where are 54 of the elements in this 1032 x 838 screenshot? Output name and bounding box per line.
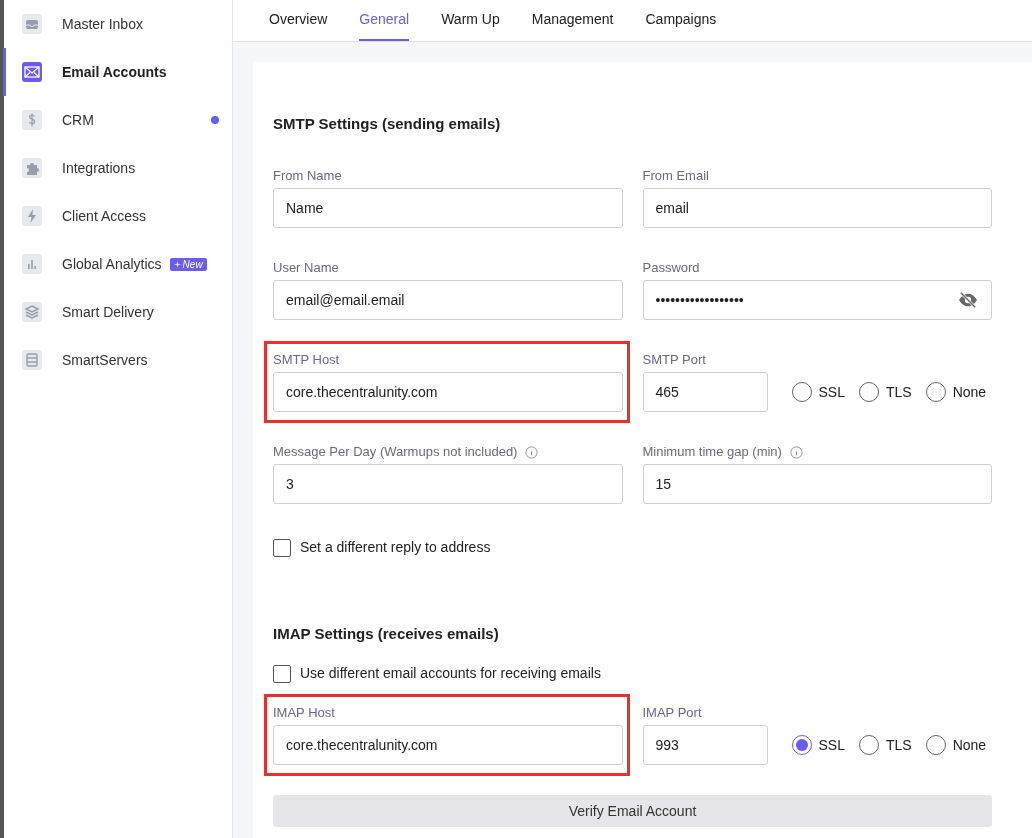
sidebar-item[interactable]: Global Analytics New <box>4 240 232 288</box>
eye-slash-icon[interactable] <box>957 291 979 309</box>
field-label: SMTP Port <box>642 351 706 370</box>
sidebar-item[interactable]: CRM <box>4 96 232 144</box>
checkbox-option[interactable]: Use different email accounts for receiving emails <box>273 663 992 684</box>
inbox-icon <box>22 14 42 34</box>
sidebar-item[interactable]: Email Accounts <box>4 48 232 96</box>
field-label: Message Per Day (Warmups not included) <box>273 443 518 462</box>
field-label: User Name <box>273 259 339 278</box>
field-label: From Name <box>273 167 342 186</box>
sidebar-item[interactable]: Master Inbox <box>4 0 232 48</box>
sidebar-item[interactable]: Integrations <box>4 144 232 192</box>
radio-option[interactable]: SSL <box>791 381 845 403</box>
dollar-icon <box>22 110 42 130</box>
input-field[interactable]: email@email.email <box>273 280 623 320</box>
bar-chart-icon <box>22 254 42 274</box>
password-field[interactable]: •••••••••••••••••• <box>642 280 992 320</box>
new-badge: New <box>169 257 207 271</box>
section-title: SMTP Settings (sending emails) <box>273 113 502 134</box>
sidebar-item[interactable]: Smart Delivery <box>4 288 232 336</box>
radio-option[interactable]: None <box>925 381 987 403</box>
sidebar-item[interactable]: Client Access <box>4 192 232 240</box>
input-field[interactable]: core.thecentralunity.com <box>273 725 623 765</box>
field-label: Minimum time gap (min) <box>642 443 782 462</box>
radio-option[interactable]: TLS <box>858 734 912 756</box>
verify-button[interactable]: Verify Email Account <box>273 795 992 827</box>
input-field[interactable]: Name <box>273 188 623 228</box>
tab[interactable]: Warm Up <box>441 9 500 41</box>
radio-option[interactable]: TLS <box>858 381 912 403</box>
bolt-icon <box>22 206 42 226</box>
radio-option[interactable]: SSL <box>791 734 845 756</box>
tab[interactable]: Overview <box>269 9 328 41</box>
tab[interactable]: Campaigns <box>645 9 717 41</box>
puzzle-icon <box>22 158 42 178</box>
input-field[interactable]: core.thecentralunity.com <box>273 372 623 412</box>
field-label: IMAP Host <box>273 704 335 723</box>
field-label: IMAP Port <box>642 704 702 723</box>
field-label: SMTP Host <box>273 351 340 370</box>
mail-icon <box>22 62 42 82</box>
radio-option[interactable]: None <box>925 734 987 756</box>
input-field[interactable]: 993 <box>642 725 768 765</box>
section-title: IMAP Settings (receives emails) <box>273 623 500 644</box>
layers-icon <box>22 302 42 322</box>
input-field[interactable]: 15 <box>642 464 992 504</box>
tab[interactable]: General <box>359 9 410 41</box>
server-icon <box>22 350 42 370</box>
input-field[interactable]: 3 <box>273 464 623 504</box>
field-label: Password <box>642 259 700 278</box>
tab[interactable]: Management <box>531 9 614 41</box>
field-label: From Email <box>642 167 709 186</box>
sidebar-item[interactable]: SmartServers <box>4 336 232 384</box>
input-field[interactable]: email <box>642 188 992 228</box>
checkbox-option[interactable]: Set a different reply to address <box>273 537 992 558</box>
input-field[interactable]: 465 <box>642 372 768 412</box>
